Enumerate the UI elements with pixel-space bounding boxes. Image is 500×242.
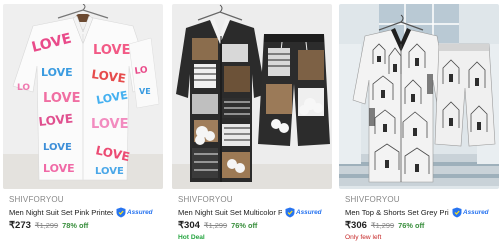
assured-label: Assured: [127, 209, 153, 216]
grey-printed-top-shorts-illustration: [339, 4, 499, 189]
assured-label: Assured: [296, 209, 322, 216]
discount-label: 76% off: [398, 221, 425, 230]
assured-label: Assured: [463, 209, 489, 216]
selling-price: ₹304: [178, 220, 200, 231]
product-card[interactable]: LOVE LOVE LOVE LOVE LO LOVE LOVE LOVE LO…: [3, 0, 163, 242]
title-row: Men Night Suit Set Multicolor Print... A…: [178, 207, 334, 218]
svg-text:LOVE: LOVE: [91, 117, 128, 132]
svg-text:LOVE: LOVE: [43, 91, 80, 106]
selling-price: ₹273: [9, 220, 31, 231]
price-row: ₹304 ₹1,299 76% off: [178, 220, 257, 231]
stock-warning-tag: Only few left: [345, 234, 382, 241]
discount-label: 78% off: [62, 221, 89, 230]
product-image-grey-printed-set[interactable]: [339, 4, 499, 189]
hot-deal-tag: Hot Deal: [178, 234, 205, 241]
svg-text:LO: LO: [17, 83, 30, 93]
shield-icon: [285, 207, 295, 218]
assured-badge: Assured: [452, 207, 489, 218]
svg-text:LOVE: LOVE: [93, 43, 130, 58]
svg-text:LOVE: LOVE: [95, 166, 124, 177]
pink-printed-shirt-shorts-illustration: LOVE LOVE LOVE LOVE LO LOVE LOVE LOVE LO…: [3, 4, 163, 189]
svg-text:VE: VE: [139, 87, 151, 96]
product-title[interactable]: Men Top & Shorts Set Grey Print...: [345, 208, 449, 217]
original-price: ₹1,299: [203, 221, 228, 230]
product-card[interactable]: SHIVFORYOU Men Top & Shorts Set Grey Pri…: [339, 0, 499, 242]
selling-price: ₹306: [345, 220, 367, 231]
svg-text:LO: LO: [134, 65, 149, 77]
brand-name: SHIVFORYOU: [178, 195, 233, 204]
original-price: ₹1,299: [370, 221, 395, 230]
product-image-multicolor-set[interactable]: [172, 4, 332, 189]
price-row: ₹306 ₹1,299 76% off: [345, 220, 424, 231]
shield-icon: [116, 207, 126, 218]
title-row: Men Top & Shorts Set Grey Print... Assur…: [345, 207, 500, 218]
original-price: ₹1,299: [34, 221, 59, 230]
svg-text:LOVE: LOVE: [43, 162, 75, 175]
brand-name: SHIVFORYOU: [345, 195, 400, 204]
product-image-pink-printed-set[interactable]: LOVE LOVE LOVE LOVE LO LOVE LOVE LOVE LO…: [3, 4, 163, 189]
product-title[interactable]: Men Night Suit Set Pink Printed: [9, 208, 113, 217]
svg-text:LOVE: LOVE: [43, 142, 72, 153]
svg-text:LOVE: LOVE: [41, 66, 73, 79]
shield-icon: [452, 207, 462, 218]
product-title[interactable]: Men Night Suit Set Multicolor Print...: [178, 208, 282, 217]
assured-badge: Assured: [285, 207, 322, 218]
title-row: Men Night Suit Set Pink Printed Assured: [9, 207, 165, 218]
assured-badge: Assured: [116, 207, 153, 218]
brand-name: SHIVFORYOU: [9, 195, 64, 204]
price-row: ₹273 ₹1,299 78% off: [9, 220, 88, 231]
product-card[interactable]: SHIVFORYOU Men Night Suit Set Multicolor…: [172, 0, 332, 242]
discount-label: 76% off: [231, 221, 258, 230]
multicolor-printed-shirt-shorts-illustration: [172, 4, 332, 189]
